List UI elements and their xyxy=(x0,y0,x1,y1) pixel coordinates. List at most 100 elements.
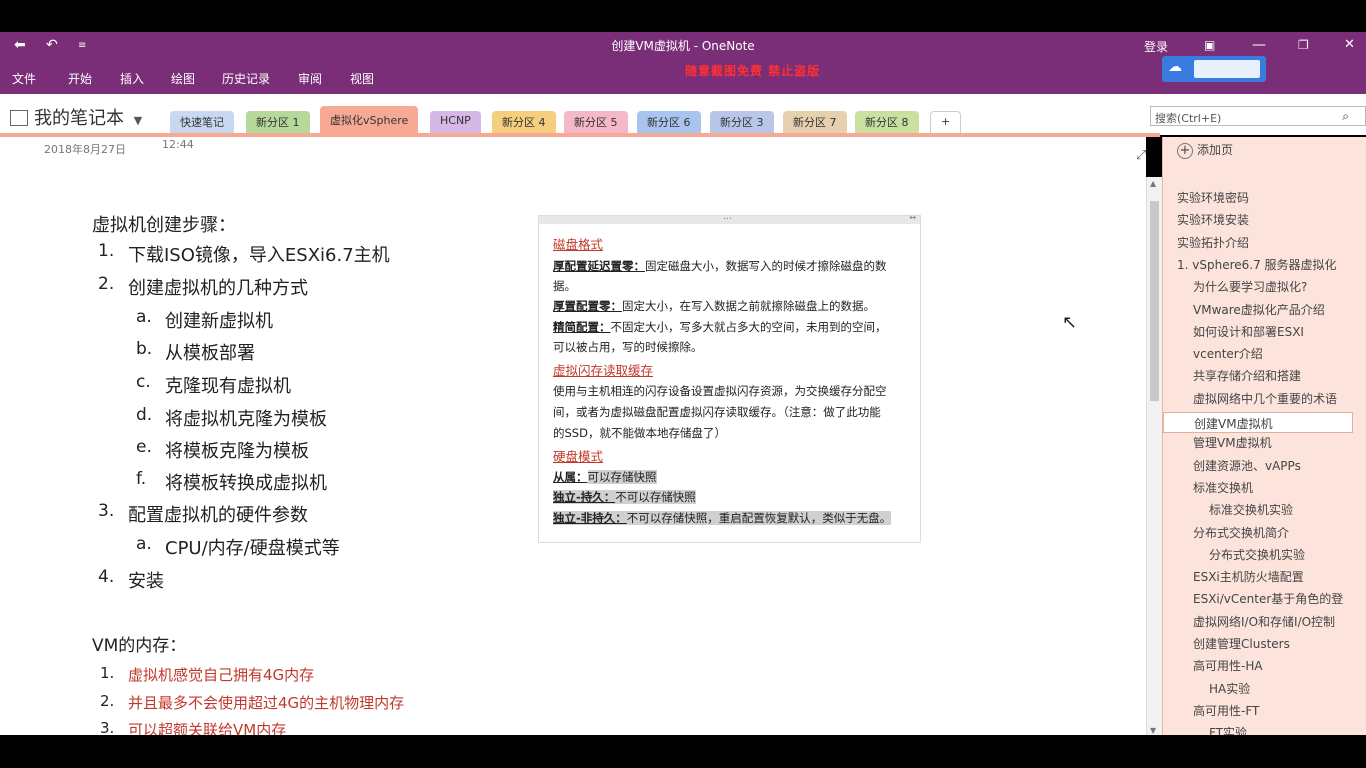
step-number: f. xyxy=(136,469,147,489)
ribbon-tab-insert[interactable]: 插入 xyxy=(120,70,144,87)
page-list-item[interactable]: 管理VM虚拟机 xyxy=(1193,434,1272,451)
ribbon-tab-home[interactable]: 开始 xyxy=(68,70,92,87)
section-tab[interactable]: 新分区 1 xyxy=(246,111,310,133)
flash-cache-desc-1: 使用与主机相连的闪存设备设置虚拟闪存资源，为交换缓存分配空 xyxy=(553,384,887,398)
step-text: 克隆现有虚拟机 xyxy=(165,376,291,397)
scroll-up-icon[interactable]: ▲ xyxy=(1150,179,1156,188)
notebook-name: 我的笔记本 xyxy=(34,108,124,129)
page-list-item[interactable]: FT实验 xyxy=(1209,724,1247,735)
page-list-item[interactable]: 为什么要学习虚拟化? xyxy=(1193,278,1307,295)
page-list-item[interactable]: 高可用性-HA xyxy=(1193,657,1263,674)
step-text: 将模板转换成虚拟机 xyxy=(165,473,327,494)
section-tab[interactable]: 新分区 7 xyxy=(783,111,847,133)
mouse-cursor-icon: ↖ xyxy=(1062,312,1078,333)
page-list-item[interactable]: 创建VM虚拟机 xyxy=(1163,412,1353,433)
step-number: e. xyxy=(136,437,152,457)
drag-handle-icon[interactable]: … xyxy=(723,212,732,222)
step-text: 将模板克隆为模板 xyxy=(165,441,309,462)
thick-lazy-desc: 固定磁盘大小，数据写入的时候才擦除磁盘的数 xyxy=(645,259,887,273)
section-tab[interactable]: + xyxy=(930,111,962,133)
cloud-upload-button[interactable]: ☁ xyxy=(1162,56,1266,82)
search-input[interactable]: 搜索(Ctrl+E) ⌕ xyxy=(1150,106,1366,126)
add-page-label: 添加页 xyxy=(1197,143,1234,157)
page-list-item[interactable]: 分布式交换机简介 xyxy=(1193,524,1289,541)
step-text: CPU/内存/硬盘模式等 xyxy=(165,538,340,559)
page-list-item[interactable]: 如何设计和部署ESXI xyxy=(1193,323,1304,340)
memory-item-text: 虚拟机感觉自己拥有4G内存 xyxy=(128,666,315,684)
close-icon[interactable]: ✕ xyxy=(1344,37,1355,52)
page-list-item[interactable]: 创建资源池、vAPPs xyxy=(1193,457,1301,474)
screen-top-bar xyxy=(0,0,1366,32)
thin-desc-2: 可以被占用，写的时候擦除。 xyxy=(553,340,703,354)
section-tab[interactable]: 新分区 5 xyxy=(564,111,628,133)
add-page-button[interactable]: + 添加页 xyxy=(1177,141,1233,159)
memory-item-number: 3. xyxy=(100,719,115,735)
page-canvas[interactable]: 2018年8月27日 12:44 ⤢ 虚拟机创建步骤： 1. 下载ISO镜像，导入… xyxy=(0,137,1146,735)
section-tab[interactable]: 新分区 8 xyxy=(855,111,919,133)
memory-item-number: 2. xyxy=(100,692,115,710)
notebook-icon xyxy=(10,110,28,126)
independent-nonpersistent-label: 独立-非持久： xyxy=(553,511,627,525)
minimize-icon[interactable]: — xyxy=(1252,37,1266,53)
display-options-icon[interactable]: ▣ xyxy=(1204,38,1215,52)
page-list-item[interactable]: 1. vSphere6.7 服务器虚拟化 xyxy=(1177,256,1337,273)
step-number: 2. xyxy=(98,274,115,294)
page-list-item[interactable]: HA实验 xyxy=(1209,680,1250,697)
page-list-item[interactable]: ESXi/vCenter基于角色的登 xyxy=(1193,590,1343,607)
upload-field xyxy=(1194,60,1260,78)
expand-icon[interactable]: ⤢ xyxy=(1136,148,1146,163)
login-link[interactable]: 登录 xyxy=(1144,38,1168,55)
ribbon-tab-review[interactable]: 审阅 xyxy=(298,70,322,87)
resize-icon[interactable]: ↔ xyxy=(909,213,916,222)
page-list-item[interactable]: 标准交换机 xyxy=(1193,479,1253,496)
page-list-item[interactable]: 分布式交换机实验 xyxy=(1209,546,1305,563)
step-text: 创建虚拟机的几种方式 xyxy=(128,278,308,299)
page-list-item[interactable]: 共享存储介绍和搭建 xyxy=(1193,367,1301,384)
page-list-item[interactable]: 实验环境安装 xyxy=(1177,211,1249,228)
page-list-item[interactable]: 标准交换机实验 xyxy=(1209,501,1293,518)
scroll-thumb[interactable] xyxy=(1150,201,1159,401)
step-number: c. xyxy=(136,372,151,392)
note-container[interactable]: … ↔ 磁盘格式 厚配置延迟置零：固定磁盘大小，数据写入的时候才擦除磁盘的数 据… xyxy=(538,212,921,543)
section-tab[interactable]: HCNP xyxy=(430,111,481,133)
step-number: 3. xyxy=(98,501,115,521)
step-text: 创建新虚拟机 xyxy=(165,311,273,332)
notebook-picker[interactable]: 我的笔记本 ▼ xyxy=(10,104,142,130)
section-tab[interactable]: 快速笔记 xyxy=(170,111,234,133)
step-number: a. xyxy=(136,307,152,327)
section-tab[interactable]: 虚拟化vSphere xyxy=(320,106,419,133)
page-list-item[interactable]: 高可用性-FT xyxy=(1193,702,1259,719)
thick-eager-label: 厚置配置零： xyxy=(553,299,622,313)
page-list-item[interactable]: 实验环境密码 xyxy=(1177,189,1249,206)
section-tab[interactable]: 新分区 4 xyxy=(492,111,556,133)
page-list-item[interactable]: 实验拓扑介绍 xyxy=(1177,234,1249,251)
page-time: 12:44 xyxy=(162,138,194,151)
page-list-item[interactable]: VMware虚拟化产品介绍 xyxy=(1193,301,1325,318)
memory-item-text: 可以超额关联给VM内存 xyxy=(128,721,287,735)
disk-mode-heading[interactable]: 硬盘模式 xyxy=(553,449,603,464)
page-list-item[interactable]: 创建管理Clusters xyxy=(1193,635,1290,652)
step-number: a. xyxy=(136,534,152,554)
page-list-item[interactable]: 虚拟网络中几个重要的术语 xyxy=(1193,390,1337,407)
ribbon-tab-file[interactable]: 文件 xyxy=(12,70,36,87)
restore-icon[interactable]: ❐ xyxy=(1298,38,1309,52)
step-text: 下载ISO镜像，导入ESXi6.7主机 xyxy=(128,245,390,266)
page-list-item[interactable]: 虚拟网络I/O和存储I/O控制 xyxy=(1193,613,1335,630)
section-tab[interactable]: 新分区 3 xyxy=(710,111,774,133)
section-tab[interactable]: 新分区 6 xyxy=(637,111,701,133)
ribbon-tab-history[interactable]: 历史记录 xyxy=(222,70,270,87)
page-list-item[interactable]: ESXi主机防火墙配置 xyxy=(1193,568,1304,585)
ribbon-tab-view[interactable]: 视图 xyxy=(350,70,374,87)
page-scrollbar[interactable]: ▲ ▼ xyxy=(1146,177,1162,735)
search-icon[interactable]: ⌕ xyxy=(1342,109,1349,124)
step-number: d. xyxy=(136,405,153,425)
page-list-item[interactable]: vcenter介绍 xyxy=(1193,345,1263,362)
disk-format-heading[interactable]: 磁盘格式 xyxy=(553,237,603,252)
container-handle[interactable]: … ↔ xyxy=(539,212,920,224)
flash-cache-heading[interactable]: 虚拟闪存读取缓存 xyxy=(553,363,653,378)
ribbon-tab-draw[interactable]: 绘图 xyxy=(171,70,195,87)
pages-pane: + 添加页 实验环境密码 实验环境安装 实验拓扑介绍 1. vSphere6.7 服务器… xyxy=(1162,137,1366,735)
dependent-label: 从属： xyxy=(553,470,588,484)
scroll-down-icon[interactable]: ▼ xyxy=(1150,726,1156,735)
promo-text: 随意截图免费 禁止盗版 xyxy=(685,64,821,78)
